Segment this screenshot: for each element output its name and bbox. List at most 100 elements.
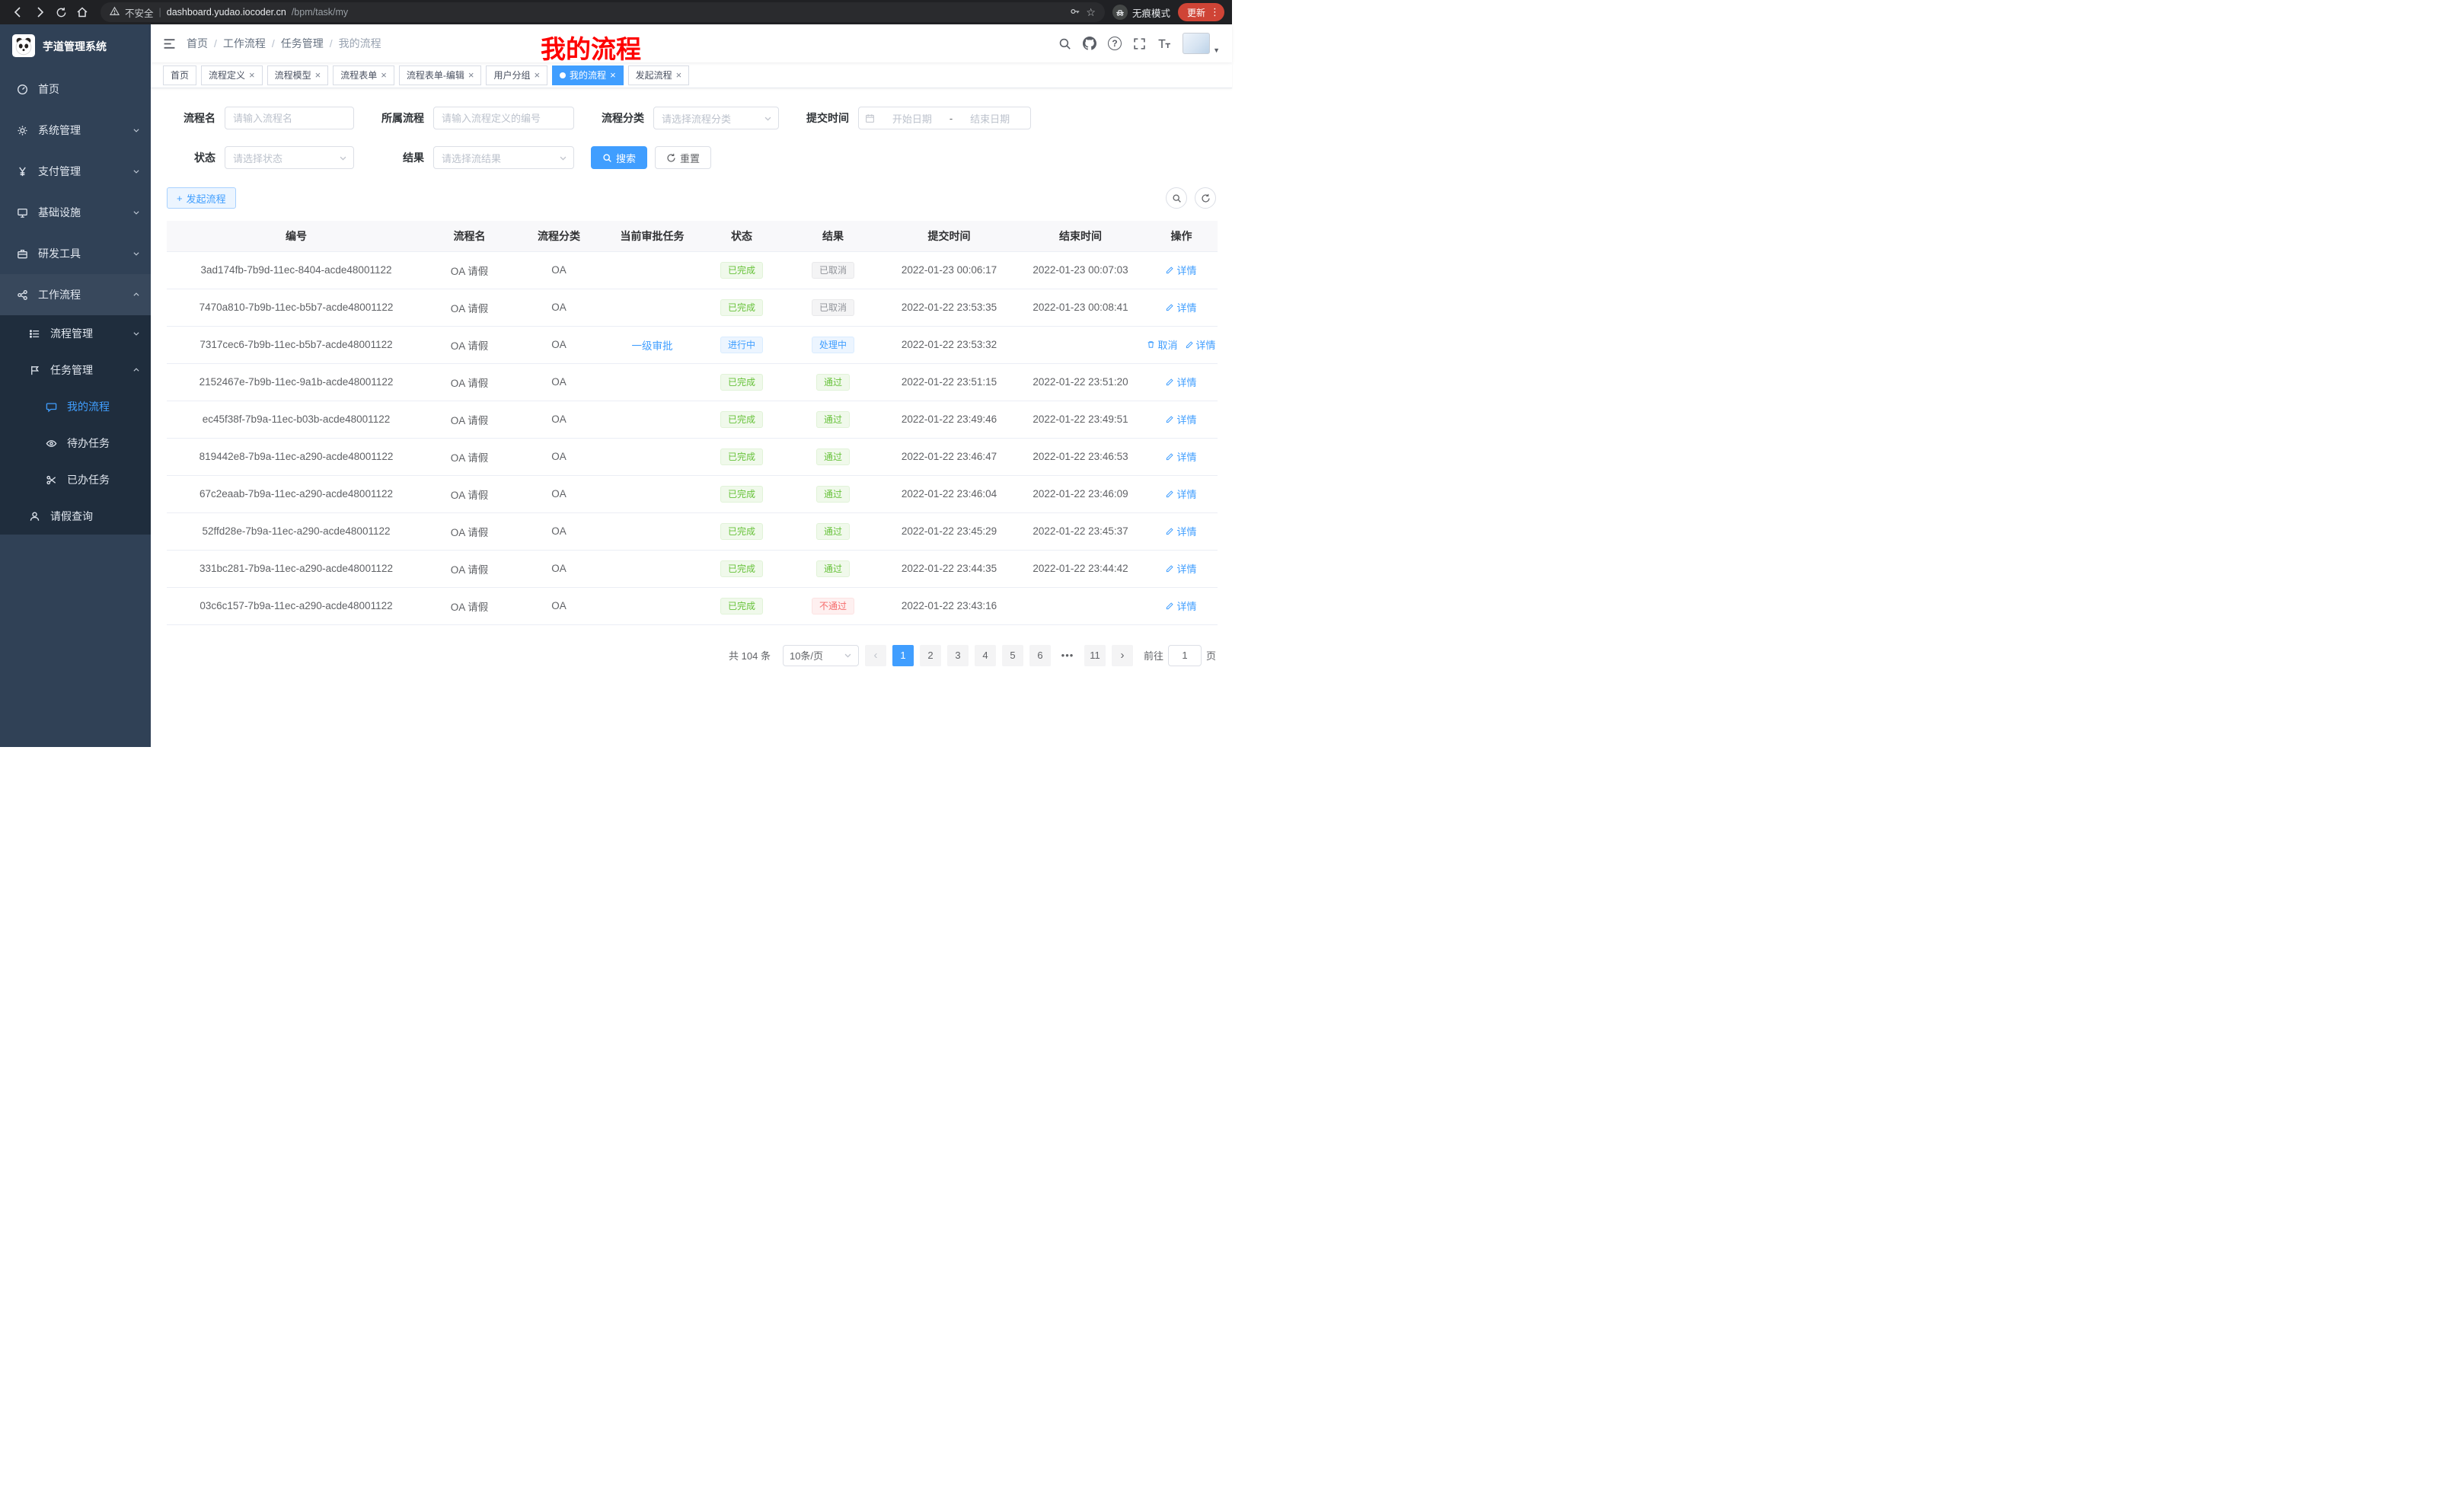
page-button-3[interactable]: 3 <box>947 645 969 666</box>
close-icon[interactable]: × <box>676 70 682 80</box>
sidebar-item-todo-tasks[interactable]: 待办任务 <box>0 425 151 461</box>
current-task-link[interactable]: 一级审批 <box>632 337 673 353</box>
forward-icon[interactable] <box>29 2 50 23</box>
start-date-placeholder[interactable]: 开始日期 <box>878 111 946 126</box>
update-button[interactable]: 更新 ⋮ <box>1178 3 1224 21</box>
tab-home[interactable]: 首页 <box>163 65 196 85</box>
page-button-5[interactable]: 5 <box>1002 645 1023 666</box>
close-icon[interactable]: × <box>610 70 616 80</box>
page-button-6[interactable]: 6 <box>1029 645 1051 666</box>
reset-button[interactable]: 重置 <box>655 146 711 169</box>
page-button-4[interactable]: 4 <box>975 645 996 666</box>
prev-page-button[interactable]: ‹ <box>865 645 886 666</box>
reload-icon[interactable] <box>50 2 72 23</box>
date-range-picker[interactable]: 开始日期 - 结束日期 <box>858 107 1031 129</box>
create-process-button[interactable]: + 发起流程 <box>167 187 236 209</box>
detail-link[interactable]: 详情 <box>1186 337 1216 352</box>
detail-link[interactable]: 详情 <box>1166 263 1196 277</box>
tab-process-model[interactable]: 流程模型× <box>267 65 329 85</box>
address-bar[interactable]: 不安全 | dashboard.yudao.iocoder.cn/bpm/tas… <box>101 2 1105 22</box>
next-page-button[interactable]: › <box>1112 645 1133 666</box>
detail-link[interactable]: 详情 <box>1166 300 1196 314</box>
process-id-input[interactable] <box>433 107 574 129</box>
hamburger-icon[interactable] <box>163 37 176 50</box>
cell-status: 已完成 <box>700 512 784 550</box>
goto-page-input[interactable] <box>1168 645 1202 666</box>
detail-link[interactable]: 详情 <box>1166 524 1196 538</box>
annotation-my-process: 我的流程 <box>541 29 641 65</box>
page-size-select[interactable]: 10条/页 <box>783 645 859 666</box>
sidebar-item-home[interactable]: 首页 <box>0 69 151 110</box>
sidebar-item-leave-query[interactable]: 请假查询 <box>0 498 151 535</box>
user-menu[interactable]: ▼ <box>1183 33 1220 54</box>
status-select[interactable]: 请选择状态 <box>225 146 354 169</box>
cancel-link[interactable]: 取消 <box>1147 337 1177 352</box>
sidebar-item-workflow[interactable]: 工作流程 <box>0 274 151 315</box>
cell-end-time: 2022-01-22 23:51:20 <box>1016 363 1145 401</box>
home-icon[interactable] <box>72 2 93 23</box>
incognito-badge: 无痕模式 <box>1112 5 1170 20</box>
sidebar-item-infrastructure[interactable]: 基础设施 <box>0 192 151 233</box>
tab-process-form-edit[interactable]: 流程表单-编辑 × <box>399 65 482 85</box>
detail-link[interactable]: 详情 <box>1166 561 1196 576</box>
toggle-search-icon[interactable] <box>1166 187 1187 209</box>
sidebar-item-done-tasks[interactable]: 已办任务 <box>0 461 151 498</box>
result-select[interactable]: 请选择流结果 <box>433 146 574 169</box>
close-icon[interactable]: × <box>381 70 387 80</box>
breadcrumb-separator: / <box>272 37 275 49</box>
sidebar-item-my-process[interactable]: 我的流程 <box>0 388 151 425</box>
sidebar-item-system[interactable]: 系统管理 <box>0 110 151 151</box>
fullscreen-icon[interactable] <box>1133 37 1146 50</box>
cell-actions: 详情 <box>1145 512 1218 550</box>
breadcrumb-workflow[interactable]: 工作流程 <box>223 36 266 51</box>
key-icon[interactable] <box>1070 6 1080 19</box>
sidebar-item-task-mgmt[interactable]: 任务管理 <box>0 352 151 388</box>
sidebar-item-payment[interactable]: 支付管理 <box>0 151 151 192</box>
active-dot <box>560 72 566 78</box>
toolbar-right <box>1166 187 1216 209</box>
search-button[interactable]: 搜索 <box>591 146 647 169</box>
bookmark-star-icon[interactable]: ☆ <box>1086 6 1096 19</box>
detail-link[interactable]: 详情 <box>1166 375 1196 389</box>
cell-category: OA <box>513 326 605 363</box>
page-ellipsis[interactable]: ••• <box>1057 645 1078 666</box>
table-row: 52ffd28e-7b9a-11ec-a290-acde48001122 OA … <box>167 512 1218 550</box>
refresh-icon[interactable] <box>1195 187 1216 209</box>
tab-start-process[interactable]: 发起流程× <box>628 65 690 85</box>
process-name-input[interactable] <box>225 107 354 129</box>
cancel-label: 取消 <box>1157 337 1177 352</box>
page-button-1[interactable]: 1 <box>892 645 914 666</box>
close-icon[interactable]: × <box>315 70 321 80</box>
back-icon[interactable] <box>8 2 29 23</box>
tab-my-process[interactable]: 我的流程× <box>552 65 624 85</box>
search-icon[interactable] <box>1058 37 1071 50</box>
breadcrumb-home[interactable]: 首页 <box>187 36 208 51</box>
detail-link[interactable]: 详情 <box>1166 449 1196 464</box>
breadcrumb-task-mgmt[interactable]: 任务管理 <box>281 36 324 51</box>
detail-link[interactable]: 详情 <box>1166 487 1196 501</box>
toolbar: + 发起流程 <box>151 186 1232 209</box>
logo[interactable]: 芋道管理系统 <box>0 24 151 69</box>
avatar[interactable] <box>1183 33 1210 54</box>
github-icon[interactable] <box>1083 37 1096 50</box>
end-date-placeholder[interactable]: 结束日期 <box>956 111 1024 126</box>
page-button-11[interactable]: 11 <box>1084 645 1106 666</box>
close-icon[interactable]: × <box>534 70 540 80</box>
tab-process-definition[interactable]: 流程定义× <box>201 65 263 85</box>
close-icon[interactable]: × <box>249 70 255 80</box>
tab-label: 流程表单-编辑 <box>407 69 464 81</box>
sidebar-item-process-mgmt[interactable]: 流程管理 <box>0 315 151 352</box>
sidebar-item-devtools[interactable]: 研发工具 <box>0 233 151 274</box>
font-size-icon[interactable] <box>1157 37 1171 50</box>
detail-label: 详情 <box>1176 263 1196 277</box>
close-icon[interactable]: × <box>468 70 474 80</box>
category-select[interactable]: 请选择流程分类 <box>653 107 779 129</box>
page-button-2[interactable]: 2 <box>920 645 941 666</box>
help-icon[interactable]: ? <box>1108 37 1122 50</box>
browser-menu-icon[interactable]: ⋮ <box>1210 6 1220 18</box>
detail-link[interactable]: 详情 <box>1166 599 1196 613</box>
detail-link[interactable]: 详情 <box>1166 412 1196 426</box>
range-separator: - <box>950 113 953 124</box>
tab-process-form[interactable]: 流程表单× <box>333 65 394 85</box>
tab-user-group[interactable]: 用户分组× <box>486 65 547 85</box>
